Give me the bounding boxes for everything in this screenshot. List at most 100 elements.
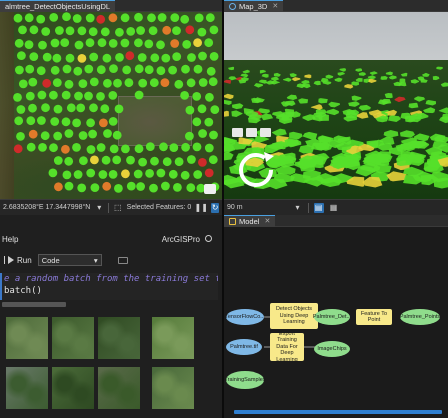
node-training-samples[interactable]: TrainingSamples bbox=[224, 371, 266, 389]
tab-palmtree-map[interactable]: almtree_DetectObjectsUsingDL bbox=[0, 0, 116, 12]
palm-detection bbox=[88, 129, 97, 139]
palm-detection bbox=[61, 90, 71, 100]
palm-detection bbox=[13, 144, 23, 154]
palm-detection bbox=[38, 143, 47, 152]
palm-detection bbox=[24, 13, 34, 23]
palm-detection bbox=[84, 91, 93, 101]
navigator-up-button[interactable] bbox=[232, 128, 243, 137]
map-overview-button[interactable] bbox=[204, 184, 216, 194]
palm-detection bbox=[192, 92, 202, 101]
palm-detection bbox=[185, 25, 195, 35]
horizontal-scrollbar[interactable] bbox=[2, 302, 66, 307]
help-menu[interactable]: Help bbox=[2, 235, 18, 244]
code-cell[interactable]: e a random batch from the training set t… bbox=[0, 273, 218, 300]
palm-detection bbox=[65, 26, 75, 36]
node-tensorflow-model[interactable]: TensorFlowCo... bbox=[225, 309, 265, 325]
palm-tree-3d bbox=[326, 108, 339, 116]
model-horizontal-scrollbar[interactable] bbox=[234, 410, 442, 414]
grid-icon[interactable]: ▦ bbox=[329, 203, 339, 213]
code-line: batch() bbox=[4, 286, 42, 296]
palm-detection bbox=[86, 168, 96, 178]
palm-detection bbox=[29, 52, 39, 61]
palm-detection bbox=[16, 132, 25, 141]
map-tabstrip: almtree_DetectObjectsUsingDL bbox=[0, 0, 222, 12]
navigator-rotate-icon[interactable] bbox=[234, 148, 278, 192]
palm-tree-3d bbox=[240, 73, 249, 78]
palm-detection bbox=[149, 183, 158, 193]
map-view-2d[interactable]: almtree_DetectObjectsUsingDL 2.6835208°E… bbox=[0, 0, 222, 215]
palm-tree-3d bbox=[260, 113, 274, 121]
palm-tree-3d bbox=[375, 156, 390, 166]
cell-type-select[interactable]: Code ▾ bbox=[37, 254, 102, 266]
palm-tree-3d bbox=[399, 130, 415, 138]
palm-tree-3d bbox=[224, 151, 234, 161]
palm-detection bbox=[156, 168, 166, 178]
palm-detection bbox=[73, 170, 83, 179]
palm-detection bbox=[161, 53, 171, 63]
palm-detection bbox=[182, 40, 192, 49]
palm-detection bbox=[193, 38, 203, 48]
palm-detection bbox=[52, 78, 62, 87]
map-status-bar: 2.6835208°E 17.3447998°N ▾ ⬚ Selected Fe… bbox=[0, 199, 222, 215]
select-icon[interactable]: ⬚ bbox=[114, 203, 122, 213]
palm-detection bbox=[205, 13, 215, 23]
tab-map-3d[interactable]: Map_3D ✕ bbox=[224, 0, 284, 12]
palm-detection bbox=[134, 38, 143, 48]
run-button[interactable]: Run bbox=[4, 256, 32, 265]
image-chip-thumbnail bbox=[98, 367, 140, 409]
palm-detection bbox=[89, 103, 98, 113]
palm-detection bbox=[145, 169, 155, 178]
palm-detection bbox=[100, 104, 110, 114]
node-palmtree-points[interactable]: Palmtree_Points bbox=[400, 309, 440, 325]
palm-tree-3d bbox=[292, 77, 301, 82]
node-detect-objects[interactable]: Detect Objects Using Deep Learning bbox=[270, 303, 318, 329]
navigator-down-button[interactable] bbox=[246, 128, 257, 137]
palm-tree-3d bbox=[298, 98, 309, 104]
palm-detection bbox=[101, 155, 111, 165]
palm-tree-3d bbox=[381, 98, 392, 105]
keyboard-icon[interactable] bbox=[117, 256, 128, 264]
palm-detection bbox=[29, 25, 39, 35]
palm-detection bbox=[194, 13, 204, 23]
palm-detection bbox=[209, 130, 218, 140]
palm-detection bbox=[138, 157, 148, 167]
palm-tree-3d bbox=[380, 76, 388, 80]
chevron-down-icon[interactable]: ▾ bbox=[293, 203, 303, 213]
palm-detection bbox=[169, 143, 179, 153]
palm-tree-3d bbox=[224, 99, 232, 105]
tab-label: Map_3D bbox=[239, 1, 268, 11]
refresh-icon[interactable]: ↻ bbox=[211, 202, 220, 213]
layer-icon[interactable]: ▤ bbox=[313, 202, 324, 213]
palm-tree-3d bbox=[270, 76, 280, 81]
palm-tree-3d bbox=[439, 116, 448, 124]
tab-label: almtree_DetectObjectsUsingDL bbox=[5, 1, 111, 11]
palm-tree-3d bbox=[358, 72, 367, 76]
node-export-training-data[interactable]: Export Training Data For Deep Learning bbox=[270, 331, 304, 363]
node-palmtree-det[interactable]: Palmtree_Det... bbox=[313, 309, 351, 325]
map-view-3d[interactable]: Map_3D ✕ 90 m ▾ ▤ ▦ bbox=[224, 0, 448, 215]
palm-tree-3d bbox=[258, 79, 267, 84]
palm-tree-3d bbox=[414, 96, 426, 102]
palm-tree-3d bbox=[344, 84, 354, 89]
tab-model[interactable]: Model ✕ bbox=[224, 215, 276, 227]
chevron-down-icon[interactable]: ▾ bbox=[95, 203, 103, 213]
palm-detection bbox=[86, 145, 96, 154]
close-icon[interactable]: ✕ bbox=[272, 2, 278, 10]
node-image-chips[interactable]: ImageChips bbox=[314, 341, 350, 357]
palm-tree-3d bbox=[433, 177, 448, 189]
node-feature-to-point[interactable]: Feature To Point bbox=[356, 309, 392, 325]
model-canvas[interactable]: TensorFlowCo... Detect Objects Using Dee… bbox=[224, 227, 448, 408]
palm-detection bbox=[137, 53, 147, 62]
palm-detection bbox=[40, 131, 50, 141]
palm-tree-3d bbox=[423, 107, 436, 114]
close-icon[interactable]: ✕ bbox=[264, 217, 270, 225]
palm-detection bbox=[168, 65, 178, 75]
palm-detection bbox=[157, 13, 167, 22]
palm-detection bbox=[180, 170, 190, 180]
palm-detection bbox=[53, 131, 63, 141]
pause-icon[interactable]: ❚❚ bbox=[195, 203, 208, 213]
node-palmtree-tif[interactable]: Palmtree.tif bbox=[226, 339, 262, 355]
navigator-full-button[interactable] bbox=[260, 128, 271, 137]
palm-detection bbox=[147, 13, 156, 23]
palm-detection bbox=[120, 38, 130, 48]
